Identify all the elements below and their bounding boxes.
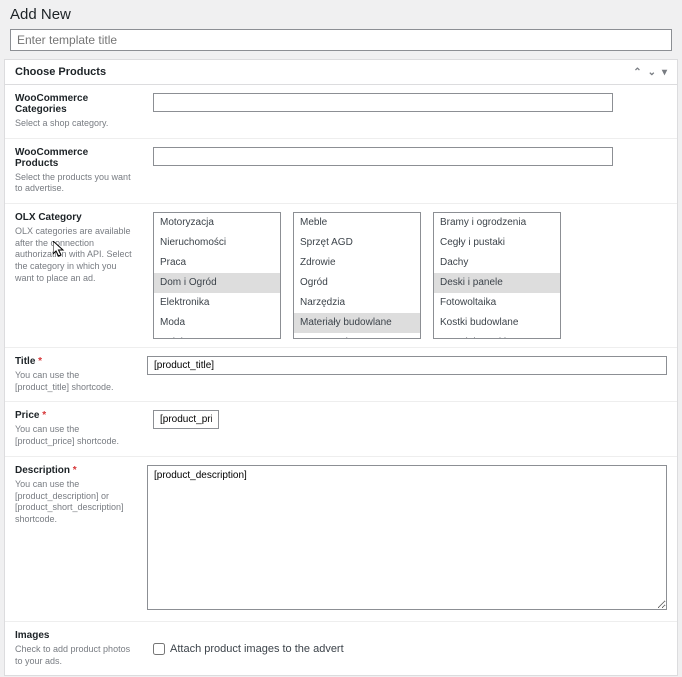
description-label: Description * <box>15 465 127 476</box>
page-title: Add New <box>0 0 682 29</box>
olx-category-row: OLX Category OLX categories are availabl… <box>5 204 677 348</box>
panel-title: Choose Products <box>15 66 106 78</box>
list-item[interactable]: Ogród <box>294 273 420 293</box>
images-help: Check to add product photos to your ads. <box>15 644 133 667</box>
list-item[interactable]: Rolnictwo <box>154 333 280 339</box>
title-label: Title * <box>15 356 127 367</box>
images-checkbox[interactable] <box>153 643 165 655</box>
woo-categories-input[interactable] <box>153 93 613 112</box>
list-item[interactable]: Meble <box>294 213 420 233</box>
olx-listboxes: MotoryzacjaNieruchomościPracaDom i Ogród… <box>153 212 667 339</box>
list-item[interactable]: Kostki budowlane <box>434 313 560 333</box>
list-item[interactable]: Moda <box>154 313 280 333</box>
list-item[interactable]: Materiały sypkie <box>434 333 560 339</box>
list-item[interactable]: Motoryzacja <box>154 213 280 233</box>
woo-categories-label: WooCommerce Categories <box>15 93 133 115</box>
olx-listbox-1[interactable]: MotoryzacjaNieruchomościPracaDom i Ogród… <box>153 212 281 339</box>
price-help: You can use the [product_price] shortcod… <box>15 424 133 447</box>
description-help: You can use the [product_description] or… <box>15 479 127 526</box>
list-item[interactable]: Narzędzia <box>294 293 420 313</box>
panel-controls: ⌃ ⌄ ▾ <box>633 67 667 78</box>
woo-products-row: WooCommerce Products Select the products… <box>5 139 677 204</box>
list-item[interactable]: Dachy <box>434 253 560 273</box>
title-row: Title * You can use the [product_title] … <box>5 348 677 402</box>
template-title-input[interactable] <box>10 29 672 51</box>
list-item[interactable]: Dom i Ogród <box>154 273 280 293</box>
woo-products-help: Select the products you want to advertis… <box>15 172 133 195</box>
images-row: Images Check to add product photos to yo… <box>5 622 677 675</box>
list-item[interactable]: Sprzęt AGD <box>294 233 420 253</box>
olx-category-help: OLX categories are available after the c… <box>15 226 133 284</box>
olx-listbox-2[interactable]: MebleSprzęt AGDZdrowieOgródNarzędziaMate… <box>293 212 421 339</box>
woo-products-label: WooCommerce Products <box>15 147 133 169</box>
list-item[interactable]: Deski i panele <box>434 273 560 293</box>
price-label: Price * <box>15 410 133 421</box>
panel-move-down-icon[interactable]: ⌄ <box>648 67 656 78</box>
description-row: Description * You can use the [product_d… <box>5 457 677 622</box>
list-item[interactable]: Materiały budowlane <box>294 313 420 333</box>
choose-products-panel: Choose Products ⌃ ⌄ ▾ WooCommerce Catego… <box>4 59 678 676</box>
list-item[interactable]: Ogrzewanie <box>294 333 420 339</box>
list-item[interactable]: Elektronika <box>154 293 280 313</box>
description-textarea[interactable] <box>147 465 667 610</box>
olx-listbox-3[interactable]: Bramy i ogrodzeniaCegły i pustakiDachyDe… <box>433 212 561 339</box>
panel-move-up-icon[interactable]: ⌃ <box>633 67 641 78</box>
list-item[interactable]: Bramy i ogrodzenia <box>434 213 560 233</box>
price-input[interactable] <box>153 410 219 429</box>
list-item[interactable]: Nieruchomości <box>154 233 280 253</box>
price-row: Price * You can use the [product_price] … <box>5 402 677 456</box>
panel-toggle-icon[interactable]: ▾ <box>662 67 667 78</box>
list-item[interactable]: Zdrowie <box>294 253 420 273</box>
list-item[interactable]: Praca <box>154 253 280 273</box>
woo-categories-help: Select a shop category. <box>15 118 133 130</box>
list-item[interactable]: Cegły i pustaki <box>434 233 560 253</box>
images-checkbox-label: Attach product images to the advert <box>170 643 344 655</box>
title-help: You can use the [product_title] shortcod… <box>15 370 127 393</box>
olx-category-label: OLX Category <box>15 212 133 223</box>
images-label: Images <box>15 630 133 641</box>
woo-categories-row: WooCommerce Categories Select a shop cat… <box>5 85 677 139</box>
panel-header[interactable]: Choose Products ⌃ ⌄ ▾ <box>5 60 677 85</box>
list-item[interactable]: Fotowoltaika <box>434 293 560 313</box>
title-input[interactable] <box>147 356 667 375</box>
woo-products-input[interactable] <box>153 147 613 166</box>
